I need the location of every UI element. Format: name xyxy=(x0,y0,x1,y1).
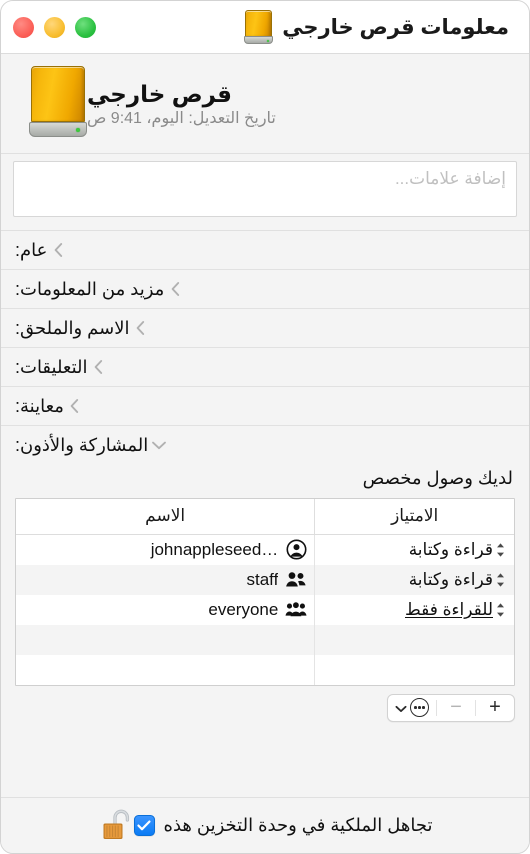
table-empty-row xyxy=(16,624,514,655)
table-row[interactable]: قراءة وكتابة xyxy=(16,534,514,565)
single-person-icon xyxy=(285,539,307,561)
chevron-left-icon xyxy=(66,398,84,414)
zoom-button[interactable] xyxy=(75,16,96,38)
add-entry-button[interactable]: + xyxy=(476,695,514,721)
table-header-row: الامتياز الاسم xyxy=(16,499,514,535)
ignore-ownership-checkbox[interactable] xyxy=(133,815,155,836)
three-person-group-icon xyxy=(285,599,307,621)
tags-section xyxy=(1,154,529,231)
tags-input[interactable] xyxy=(13,161,517,217)
ignore-ownership-row[interactable]: تجاهل الملكية في وحدة التخزين هذه xyxy=(133,815,433,836)
minimize-button[interactable] xyxy=(44,16,65,38)
table-row[interactable]: للقراءة فقط everyone xyxy=(16,594,514,625)
section-preview[interactable]: معاينة: xyxy=(1,387,529,426)
close-button[interactable] xyxy=(13,16,34,38)
section-label: مزيد من المعلومات: xyxy=(15,278,165,299)
principal-name: staff xyxy=(246,569,279,589)
action-menu-button[interactable] xyxy=(388,695,436,721)
chevron-left-icon xyxy=(90,359,108,375)
window-footer: تجاهل الملكية في وحدة التخزين هذه xyxy=(1,797,529,853)
disclosure-sections: عام: مزيد من المعلومات: الاسم والملحق: ا… xyxy=(1,231,529,426)
get-info-window: معلومات قرص خارجي قرص خارجي تاريخ التعدي… xyxy=(0,0,530,854)
info-header: قرص خارجي تاريخ التعديل: اليوم، 9:41 ص xyxy=(1,54,529,154)
toolbar-divider xyxy=(475,699,476,716)
toolbar-divider xyxy=(436,699,437,716)
stepper-arrows-icon xyxy=(493,600,507,620)
sharing-label: المشاركة والأذون: xyxy=(15,435,149,455)
window-controls xyxy=(13,16,96,38)
padlock-open-icon[interactable] xyxy=(100,807,134,845)
section-label: التعليقات: xyxy=(15,356,88,377)
section-label: عام: xyxy=(15,239,48,260)
principal-name: everyone xyxy=(208,599,279,619)
window-titlebar: معلومات قرص خارجي xyxy=(1,1,529,54)
item-modified-date: تاريخ التعديل: اليوم، 9:41 ص xyxy=(87,110,276,128)
section-label: معاينة: xyxy=(15,395,64,416)
table-empty-row xyxy=(16,654,514,685)
chevron-left-icon xyxy=(49,242,67,258)
stepper-arrows-icon xyxy=(493,540,507,560)
section-general[interactable]: عام: xyxy=(1,231,529,270)
section-label: الاسم والملحق: xyxy=(15,317,130,338)
section-name-and-extension[interactable]: الاسم والملحق: xyxy=(1,309,529,348)
section-comments[interactable]: التعليقات: xyxy=(1,348,529,387)
chevron-left-icon xyxy=(166,281,184,297)
ellipsis-circle-icon xyxy=(410,698,429,717)
item-name: قرص خارجي xyxy=(87,80,232,107)
privilege-popup-3[interactable]: للقراءة فقط xyxy=(315,595,514,625)
chevron-left-icon xyxy=(132,320,150,336)
sharing-disclosure-row[interactable]: المشاركة والأذون: xyxy=(1,426,529,465)
column-header-name[interactable]: الاسم xyxy=(16,499,315,535)
privilege-popup-1[interactable]: قراءة وكتابة xyxy=(315,535,514,565)
principal-name: johnappleseed… xyxy=(150,539,279,559)
two-person-group-icon xyxy=(285,569,307,591)
ignore-ownership-label: تجاهل الملكية في وحدة التخزين هذه xyxy=(163,815,433,835)
column-header-privilege[interactable]: الامتياز xyxy=(314,499,514,535)
privilege-value: قراءة وكتابة xyxy=(408,569,493,589)
section-sharing-and-permissions: المشاركة والأذون: لديك وصول مخصص الامتيا… xyxy=(1,426,529,731)
window-title: معلومات قرص خارجي xyxy=(282,15,509,39)
privilege-popup-2[interactable]: قراءة وكتابة xyxy=(315,565,514,595)
titlebar-external-drive-icon xyxy=(244,9,274,45)
permissions-table: الامتياز الاسم قراءة وكتابة johnapplesee… xyxy=(15,498,515,686)
permissions-toolbar: + − xyxy=(1,686,529,729)
chevron-down-icon xyxy=(150,440,168,451)
privilege-value: للقراءة فقط xyxy=(405,599,493,619)
privilege-value: قراءة وكتابة xyxy=(408,539,493,559)
chevron-down-icon xyxy=(395,696,407,719)
stepper-arrows-icon xyxy=(493,570,507,590)
table-row[interactable]: قراءة وكتابة xyxy=(16,564,514,595)
section-more-info[interactable]: مزيد من المعلومات: xyxy=(1,270,529,309)
external-drive-icon xyxy=(29,66,87,143)
remove-entry-button[interactable]: − xyxy=(437,695,475,721)
access-status-text: لديك وصول مخصص xyxy=(362,468,513,488)
